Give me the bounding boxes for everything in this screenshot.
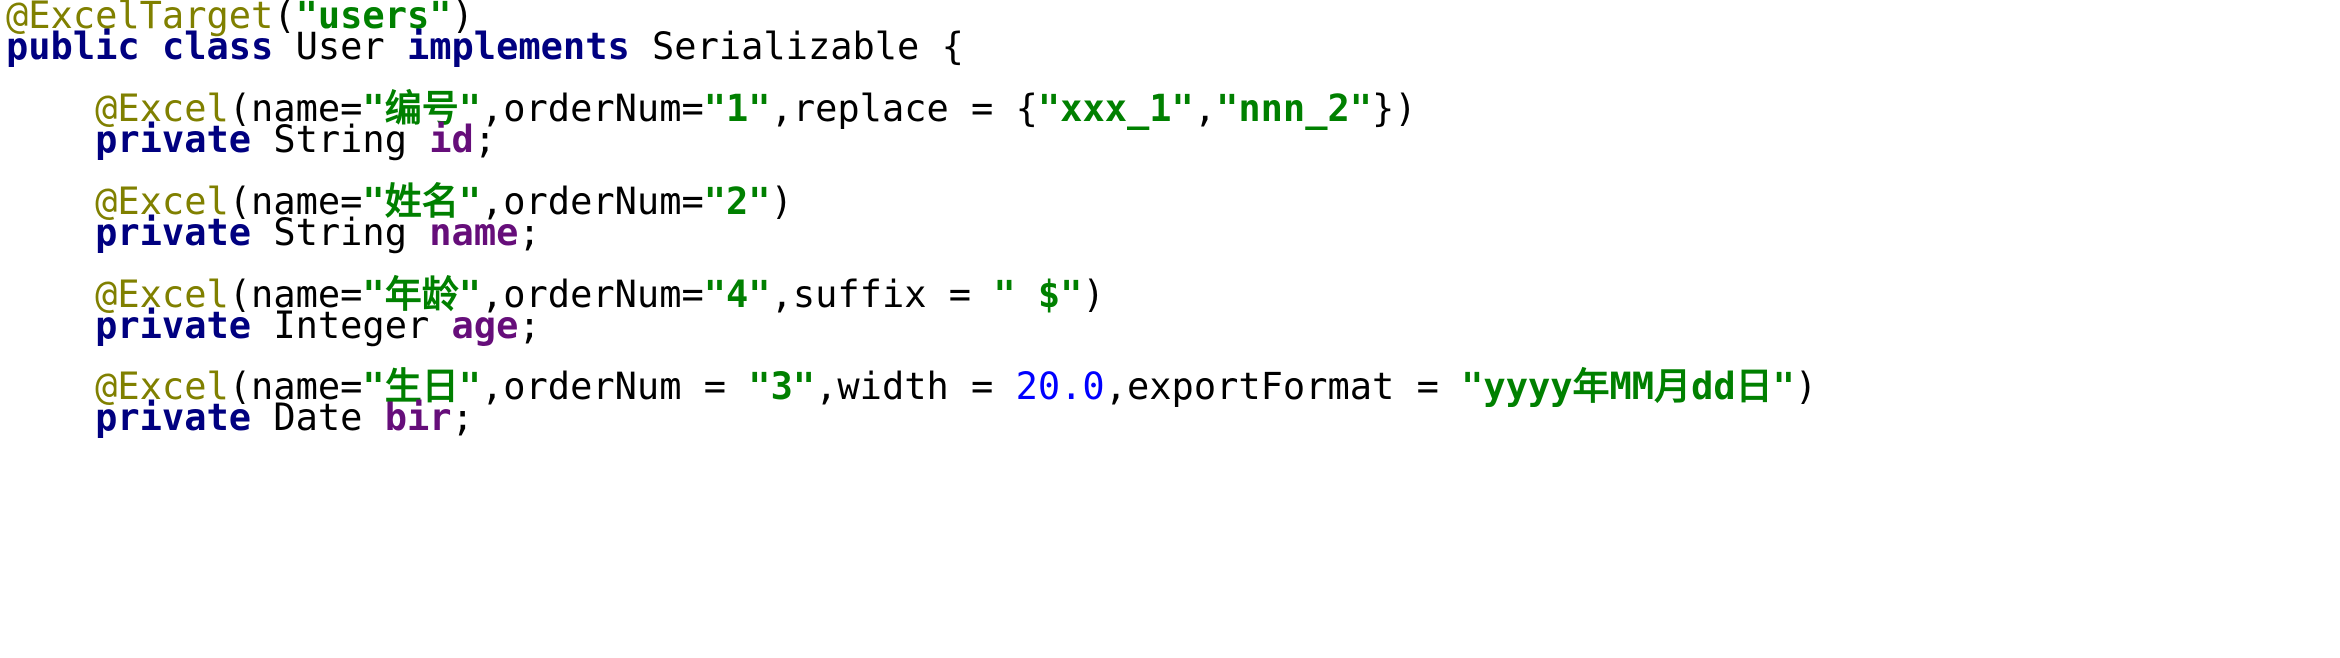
code-token-plain: })	[1372, 87, 1417, 130]
code-token-plain: ,replace = {	[770, 87, 1038, 130]
code-token-plain: ;	[518, 211, 541, 254]
code-token-plain: ;	[451, 396, 474, 439]
code-token-plain: ,suffix =	[770, 273, 994, 316]
code-token-plain: )	[770, 180, 793, 223]
code-token-keyword: private	[95, 396, 252, 439]
code-token-plain: String	[251, 211, 430, 254]
code-token-plain: String	[251, 118, 430, 161]
code-token-keyword: implements	[406, 25, 630, 68]
code-token-keyword: class	[161, 25, 274, 68]
code-token-plain: User	[273, 25, 407, 68]
code-token-string: "1"	[703, 87, 771, 130]
code-token-plain: ,width =	[815, 365, 1016, 408]
code-token-string: "xxx_1"	[1037, 87, 1194, 130]
code-token-field: id	[429, 118, 474, 161]
code-token-keyword: public	[6, 25, 140, 68]
code-token-plain: Integer	[251, 304, 452, 347]
code-token-plain: )	[1794, 365, 1818, 408]
code-line-8: private String name;	[6, 210, 541, 256]
code-line-11: private Integer age;	[6, 303, 541, 349]
code-editor[interactable]: @ExcelTarget("users") public class User i…	[6, 0, 2336, 658]
code-token-field: name	[429, 211, 519, 254]
code-token-number: 20.0	[1015, 365, 1105, 408]
code-token-plain: ,	[1193, 87, 1217, 130]
code-token-plain: Serializable {	[629, 25, 964, 68]
code-token-plain: ,orderNum =	[480, 365, 749, 408]
code-token-string: " $"	[993, 273, 1083, 316]
code-line-5: private String id;	[6, 117, 496, 163]
code-token-string: "nnn_2"	[1216, 87, 1373, 130]
code-token-field: age	[451, 304, 519, 347]
code-token-plain: ;	[518, 304, 541, 347]
code-line-2: public class User implements Serializabl…	[6, 24, 964, 70]
code-token-plain: ,orderNum=	[480, 87, 704, 130]
code-token-string: "2"	[703, 180, 771, 223]
code-token-string: "3"	[748, 365, 816, 408]
code-token-plain: ,exportFormat =	[1104, 365, 1462, 408]
code-token-keyword: private	[95, 118, 252, 161]
code-token-field: bir	[384, 396, 452, 439]
code-token-keyword: private	[95, 304, 252, 347]
code-token-keyword: private	[95, 211, 252, 254]
code-line-14: private Date bir;	[6, 395, 474, 441]
code-token-plain: )	[1082, 273, 1105, 316]
code-token-plain: Date	[251, 396, 385, 439]
code-token-string: "yyyy年MM月dd日"	[1461, 365, 1795, 408]
code-token-plain: ;	[473, 118, 497, 161]
code-token-string: "4"	[703, 273, 771, 316]
